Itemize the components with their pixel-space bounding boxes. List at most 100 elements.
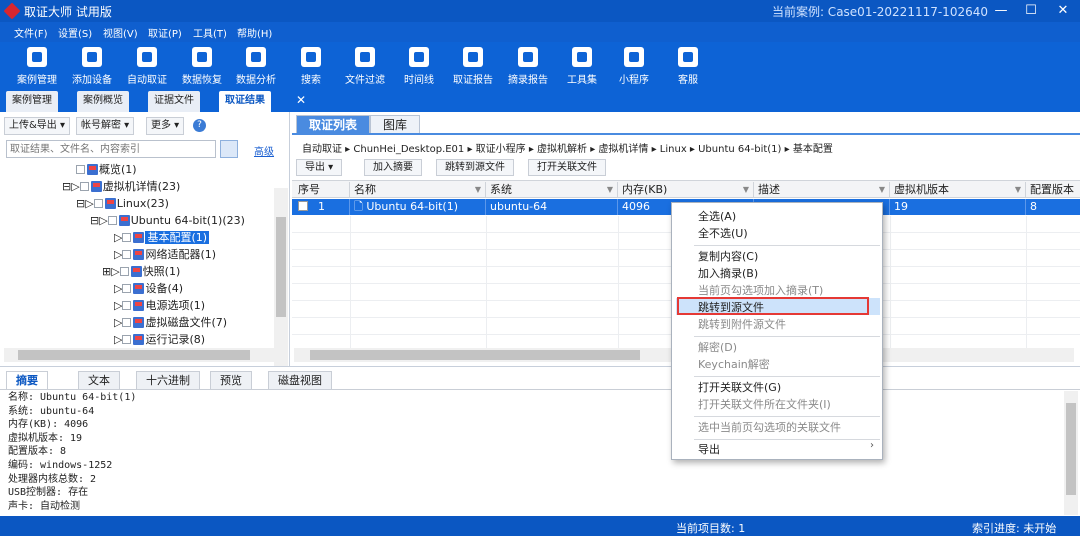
menu-item-open-related-file[interactable]: 打开关联文件(G) xyxy=(698,379,781,396)
checkbox[interactable] xyxy=(122,250,132,259)
menu-help[interactable]: 帮助(H) xyxy=(237,25,272,40)
tab-preview[interactable]: 预览 xyxy=(210,371,252,389)
help-icon[interactable]: ? xyxy=(193,119,206,132)
column-system[interactable]: 系统 ▼ xyxy=(486,182,618,198)
tab-hex[interactable]: 十六进制 xyxy=(136,371,200,389)
data-recovery-button[interactable]: 数据恢复 xyxy=(177,44,227,86)
menu-forensics[interactable]: 取证(P) xyxy=(148,25,182,40)
toolkit-button[interactable]: 工具集 xyxy=(557,44,607,86)
tree-node[interactable]: ⊞▷ 快照(1) xyxy=(102,264,180,280)
tree-node[interactable]: ▷ 运行记录(8) xyxy=(114,332,205,348)
tree-node[interactable]: ▷ 电源选项(1) xyxy=(114,298,205,314)
checkbox[interactable] xyxy=(107,216,117,225)
tab-text[interactable]: 文本 xyxy=(78,371,120,389)
checkbox[interactable] xyxy=(122,301,132,310)
minimize-button[interactable]: — xyxy=(988,2,1014,20)
tree-scroll-thumb[interactable] xyxy=(276,217,286,317)
add-summary-button[interactable]: 加入摘要 xyxy=(364,159,422,176)
summary-scroll-thumb[interactable] xyxy=(1066,403,1076,495)
tree-node[interactable]: ▷ 基本配置(1) xyxy=(114,230,210,246)
filter-icon[interactable]: ▼ xyxy=(475,182,481,198)
column-config-version[interactable]: 配置版本 xyxy=(1026,182,1080,198)
tree-hscroll-thumb[interactable] xyxy=(18,350,250,360)
tab-gallery[interactable]: 图库 xyxy=(370,115,421,134)
tree-node[interactable]: ⊟▷ Linux(23) xyxy=(76,196,169,212)
menu-item-select-none[interactable]: 全不选(U) xyxy=(698,225,748,242)
case-icon xyxy=(27,47,47,67)
tree-node[interactable]: ⊟▷ 虚拟机详情(23) xyxy=(62,179,180,195)
menu-item-add-excerpt[interactable]: 加入摘录(B) xyxy=(698,265,758,282)
filter-icon[interactable]: ▼ xyxy=(1015,182,1021,198)
column-index[interactable]: 序号 xyxy=(294,182,350,198)
tab-case-management[interactable]: 案例管理 xyxy=(6,91,58,112)
menu-item-select-related-files: 选中当前页勾选项的关联文件 xyxy=(698,421,841,434)
tab-disk-view[interactable]: 磁盘视图 xyxy=(268,371,332,389)
submenu-arrow-icon: › xyxy=(870,440,874,451)
file-filter-button[interactable]: 文件过滤 xyxy=(340,44,390,86)
checkbox[interactable] xyxy=(93,199,103,208)
case-management-button[interactable]: 案例管理 xyxy=(12,44,62,86)
search-button[interactable]: 搜索 xyxy=(286,44,336,86)
menu-file[interactable]: 文件(F) xyxy=(14,25,48,40)
filter-icon[interactable]: ▼ xyxy=(879,182,885,198)
account-decrypt-button[interactable]: 帐号解密 ▾ xyxy=(76,117,135,135)
more-button[interactable]: 更多 ▾ xyxy=(146,117,185,135)
checkbox[interactable] xyxy=(79,182,89,191)
timeline-button[interactable]: 时间线 xyxy=(394,44,444,86)
customer-service-button[interactable]: 客服 xyxy=(663,44,713,86)
checkbox[interactable] xyxy=(122,284,132,293)
tree-node[interactable]: ▷ 网络适配器(1) xyxy=(114,247,216,263)
close-button[interactable]: ✕ xyxy=(1050,2,1076,20)
checkbox[interactable] xyxy=(119,267,129,276)
tab-forensic-list[interactable]: 取证列表 xyxy=(296,115,371,134)
checkbox[interactable] xyxy=(122,318,132,327)
menu-view[interactable]: 视图(V) xyxy=(103,25,138,40)
add-device-button[interactable]: 添加设备 xyxy=(67,44,117,86)
grid-hscroll-thumb[interactable] xyxy=(310,350,640,360)
checkbox[interactable] xyxy=(298,201,308,211)
menu-tools[interactable]: 工具(T) xyxy=(193,25,227,40)
tree-node[interactable]: 概览(1) xyxy=(76,162,137,178)
tab-evidence-files[interactable]: 证据文件 xyxy=(148,91,200,112)
search-icon[interactable] xyxy=(220,140,238,158)
maximize-button[interactable]: ☐ xyxy=(1018,2,1044,20)
excerpt-report-button[interactable]: 摘录报告 xyxy=(503,44,553,86)
row-checkbox-cell[interactable]: 1 xyxy=(294,199,350,215)
tab-forensic-results[interactable]: 取证结果 xyxy=(219,91,271,112)
checkbox[interactable] xyxy=(76,165,85,174)
search-input[interactable] xyxy=(6,140,216,158)
jump-to-source-button[interactable]: 跳转到源文件 xyxy=(436,159,514,176)
tree-node[interactable]: ▷ 虚拟磁盘文件(7) xyxy=(114,315,227,331)
menu-item-select-all[interactable]: 全选(A) xyxy=(698,208,736,225)
menu-separator xyxy=(694,376,880,377)
column-name[interactable]: 名称 ▼ xyxy=(350,182,486,198)
tree-node[interactable]: ▷ 设备(4) xyxy=(114,281,183,297)
tab-case-overview[interactable]: 案例概览 xyxy=(77,91,129,112)
menu-item-copy-content[interactable]: 复制内容(C) xyxy=(698,248,758,265)
tab-summary[interactable]: 摘要 xyxy=(6,371,48,389)
upload-export-button[interactable]: 上传&导出 ▾ xyxy=(4,117,70,135)
close-tab-icon[interactable]: ✕ xyxy=(296,93,306,107)
tree-node[interactable]: ⊟▷ Ubuntu 64-bit(1)(23) xyxy=(90,213,245,229)
column-vm-version[interactable]: 虚拟机版本 ▼ xyxy=(890,182,1026,198)
column-memory[interactable]: 内存(KB) ▼ xyxy=(618,182,754,198)
checkbox[interactable] xyxy=(122,233,132,242)
mini-program-icon xyxy=(624,47,644,67)
data-analysis-button[interactable]: 数据分析 xyxy=(231,44,281,86)
menu-settings[interactable]: 设置(S) xyxy=(58,25,92,40)
auto-forensics-button[interactable]: 自动取证 xyxy=(122,44,172,86)
filter-icon[interactable]: ▼ xyxy=(743,182,749,198)
grid-line xyxy=(1026,216,1027,348)
toolkit-icon xyxy=(572,47,592,67)
export-dropdown-button[interactable]: 导出 ▾ xyxy=(296,159,343,176)
checkbox[interactable] xyxy=(122,335,132,344)
column-description[interactable]: 描述 ▼ xyxy=(754,182,890,198)
menu-item-keychain-decrypt: Keychain解密 xyxy=(698,358,770,371)
forensic-report-button[interactable]: 取证报告 xyxy=(448,44,498,86)
node-icon xyxy=(133,249,145,260)
menu-item-export[interactable]: 导出 xyxy=(698,441,720,458)
mini-program-button[interactable]: 小程序 xyxy=(609,44,659,86)
advanced-search-link[interactable]: 高级 xyxy=(254,143,274,158)
open-related-file-button[interactable]: 打开关联文件 xyxy=(528,159,606,176)
filter-icon[interactable]: ▼ xyxy=(607,182,613,198)
